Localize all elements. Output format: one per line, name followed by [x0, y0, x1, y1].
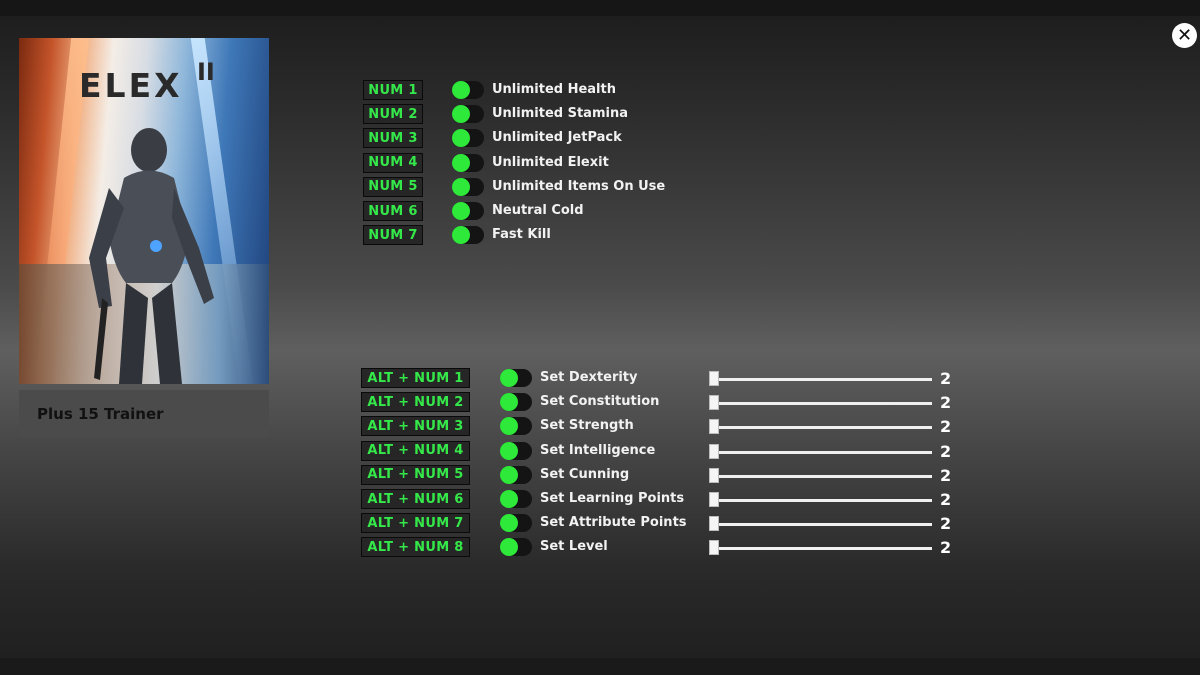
toggle-switch[interactable] — [452, 226, 484, 245]
value-slider[interactable] — [712, 474, 932, 478]
toggle-switch[interactable] — [452, 202, 484, 220]
toggle-knob — [500, 369, 518, 387]
game-logo-numeral: II — [197, 58, 215, 86]
toggle-switch[interactable] — [500, 465, 532, 484]
toggle-switch[interactable] — [500, 393, 532, 412]
slider-value: 2 — [940, 514, 952, 534]
cheat-label: Set Cunning — [540, 466, 630, 482]
toggle-switch[interactable] — [452, 177, 484, 196]
title-strip — [0, 0, 1200, 16]
cheat-label: Unlimited Stamina — [492, 106, 628, 122]
slider-value: 2 — [940, 393, 952, 413]
toggle-knob — [452, 105, 470, 124]
hotkey-label: ALT + NUM 4 — [361, 440, 470, 461]
hotkey-label: NUM 2 — [363, 104, 423, 125]
toggle-switch[interactable] — [500, 514, 532, 533]
toggle-switch[interactable] — [452, 81, 484, 99]
toggle-knob — [500, 514, 518, 533]
slider-thumb[interactable] — [709, 371, 719, 386]
toggle-knob — [500, 393, 518, 412]
slider-value: 2 — [940, 465, 952, 485]
slider-thumb[interactable] — [709, 419, 719, 435]
toggle-switch[interactable] — [452, 153, 484, 172]
game-logo: ELEX — [79, 66, 183, 105]
slider-thumb[interactable] — [709, 540, 719, 556]
value-slider[interactable] — [712, 547, 932, 551]
slider-thumb[interactable] — [709, 516, 719, 532]
bottom-strip — [0, 658, 1200, 675]
slider-value: 2 — [940, 538, 952, 558]
cheat-label: Unlimited Items On Use — [492, 178, 666, 194]
hotkey-label: ALT + NUM 5 — [361, 464, 470, 485]
slider-value: 2 — [940, 369, 952, 388]
toggle-knob — [500, 441, 518, 460]
close-button[interactable]: ✕ — [1172, 23, 1197, 48]
toggle-switch[interactable] — [452, 105, 484, 124]
toggle-knob — [452, 81, 470, 99]
hotkey-label: NUM 4 — [363, 152, 423, 173]
cheat-label: Fast Kill — [492, 227, 551, 243]
value-slider[interactable] — [712, 402, 932, 406]
toggle-knob — [500, 538, 518, 557]
slider-value: 2 — [940, 441, 952, 461]
value-slider[interactable] — [712, 426, 932, 430]
cheat-label: Set Dexterity — [540, 370, 638, 385]
slider-thumb[interactable] — [709, 467, 719, 483]
toggle-knob — [452, 177, 470, 196]
hotkey-label: ALT + NUM 6 — [361, 489, 470, 509]
toggle-knob — [500, 490, 518, 508]
armored-character-art — [89, 128, 214, 384]
trainer-title: Plus 15 Trainer — [19, 390, 269, 437]
hotkey-label: NUM 3 — [363, 128, 423, 149]
hotkey-label: ALT + NUM 7 — [361, 513, 470, 534]
cheat-label: Unlimited Health — [492, 82, 616, 97]
toggle-knob — [452, 129, 470, 148]
close-icon: ✕ — [1176, 24, 1193, 46]
slider-thumb[interactable] — [709, 443, 719, 459]
toggle-knob — [452, 226, 470, 245]
cheat-label: Unlimited Elexit — [492, 154, 609, 170]
hotkey-label: ALT + NUM 2 — [361, 392, 470, 413]
cheat-label: Set Constitution — [540, 394, 660, 410]
slider-value: 2 — [940, 417, 952, 437]
value-slider[interactable] — [712, 523, 932, 527]
hotkey-label: ALT + NUM 8 — [361, 537, 470, 558]
slider-thumb[interactable] — [709, 492, 719, 507]
toggle-switch[interactable] — [452, 129, 484, 148]
cheat-label: Set Intelligence — [540, 442, 656, 458]
hotkey-label: ALT + NUM 3 — [361, 416, 470, 437]
cheat-label: Neutral Cold — [492, 203, 584, 218]
cheat-label: Set Learning Points — [540, 491, 685, 506]
value-slider[interactable] — [712, 450, 932, 454]
slider-thumb[interactable] — [709, 395, 719, 411]
hotkey-label: NUM 1 — [363, 80, 423, 100]
toggle-knob — [452, 153, 470, 172]
toggle-switch[interactable] — [500, 490, 532, 508]
toggle-knob — [500, 465, 518, 484]
toggle-knob — [452, 202, 470, 220]
hotkey-label: NUM 7 — [363, 225, 423, 246]
value-slider[interactable] — [712, 378, 932, 381]
toggle-switch[interactable] — [500, 369, 532, 387]
hotkey-label: ALT + NUM 1 — [361, 368, 470, 388]
hotkey-label: NUM 5 — [363, 176, 423, 197]
cheat-label: Set Level — [540, 539, 608, 555]
toggle-knob — [500, 417, 518, 436]
game-cover-image: ELEX II — [19, 38, 269, 384]
cheat-label: Set Strength — [540, 418, 634, 434]
hotkey-label: NUM 6 — [363, 201, 423, 221]
cheat-label: Unlimited JetPack — [492, 130, 622, 146]
toggle-switch[interactable] — [500, 538, 532, 557]
slider-value: 2 — [940, 490, 952, 509]
toggle-switch[interactable] — [500, 417, 532, 436]
cheat-label: Set Attribute Points — [540, 515, 687, 531]
toggle-switch[interactable] — [500, 441, 532, 460]
value-slider[interactable] — [712, 499, 932, 502]
